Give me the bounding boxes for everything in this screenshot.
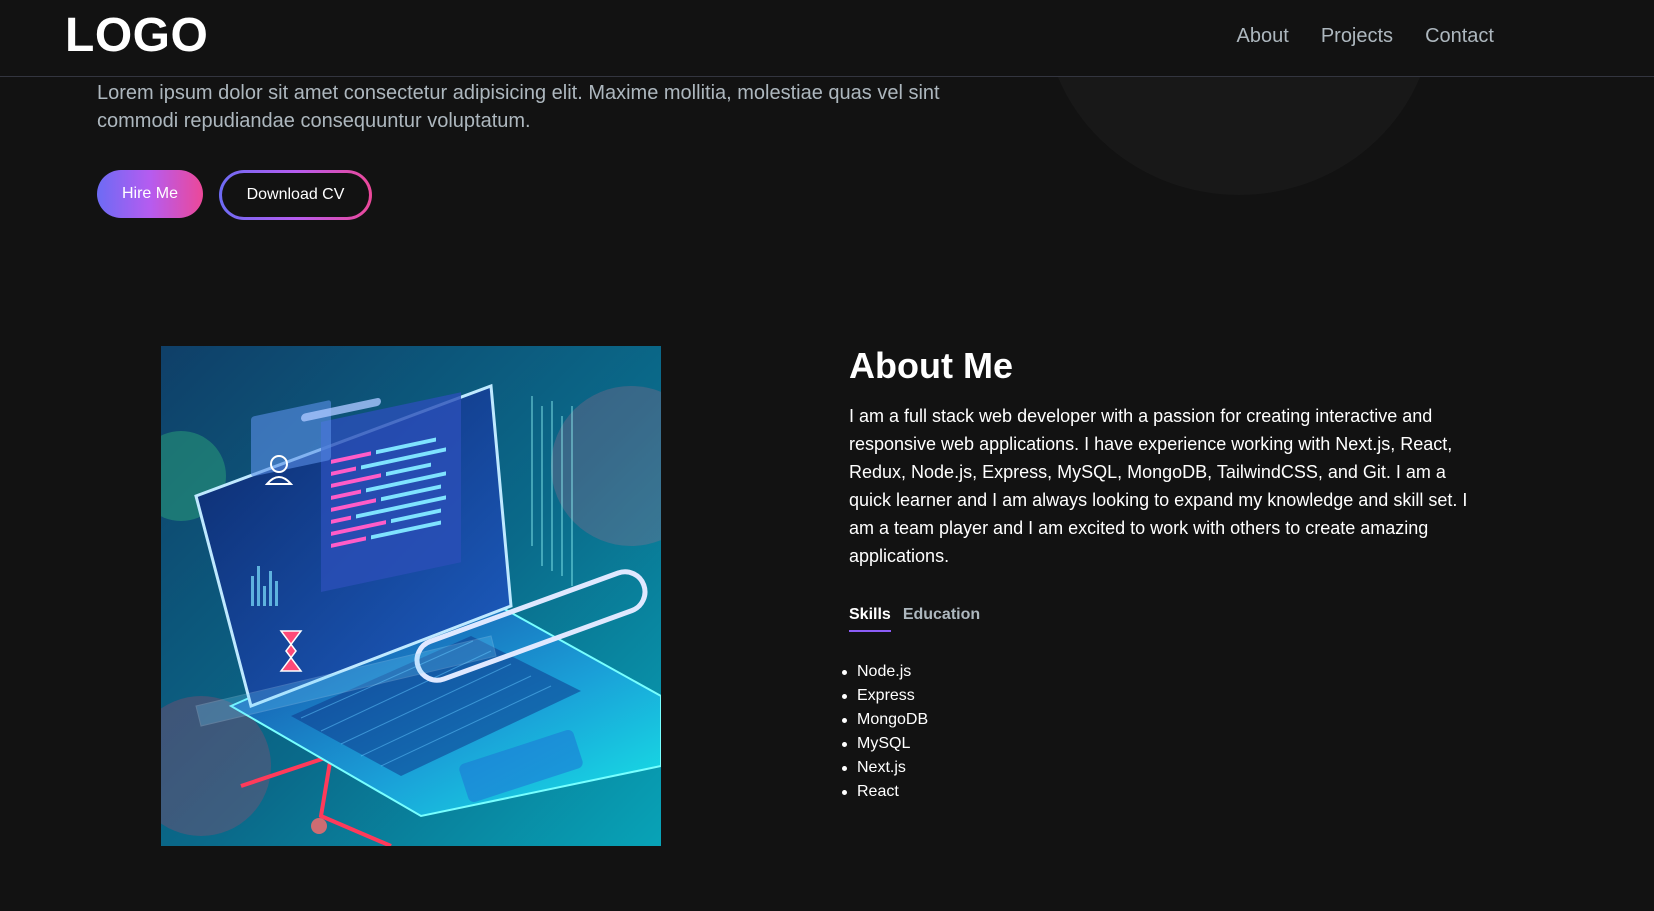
tab-skills[interactable]: Skills	[849, 604, 891, 632]
nav-link-about[interactable]: About	[1237, 22, 1289, 50]
tab-education[interactable]: Education	[903, 604, 980, 632]
download-cv-label: Download CV	[222, 173, 369, 217]
about-image	[161, 346, 661, 846]
list-item: Node.js	[841, 660, 928, 684]
laptop-illustration	[161, 346, 661, 846]
about-text: I am a full stack web developer with a p…	[849, 406, 1468, 566]
list-item: Next.js	[841, 756, 928, 780]
skills-list: Node.js Express MongoDB MySQL Next.js Re…	[841, 660, 928, 804]
nav-links: About Projects Contact	[1237, 22, 1494, 50]
list-item: React	[841, 780, 928, 804]
hire-me-button[interactable]: Hire Me	[97, 170, 203, 218]
list-item: MySQL	[841, 732, 928, 756]
hero-buttons: Hire Me Download CV	[97, 170, 372, 220]
page: Lorem ipsum dolor sit amet consectetur a…	[0, 0, 1654, 911]
list-item: MongoDB	[841, 708, 928, 732]
logo[interactable]: LOGO	[65, 8, 208, 64]
about-tabs: Skills Education	[849, 604, 980, 632]
nav-link-projects[interactable]: Projects	[1321, 22, 1393, 50]
hero-description: Lorem ipsum dolor sit amet consectetur a…	[97, 82, 940, 132]
nav-link-contact[interactable]: Contact	[1425, 22, 1494, 50]
download-cv-button[interactable]: Download CV	[219, 170, 372, 220]
list-item: Express	[841, 684, 928, 708]
about-title: About Me	[849, 345, 1013, 386]
navbar: LOGO About Projects Contact	[0, 0, 1654, 77]
